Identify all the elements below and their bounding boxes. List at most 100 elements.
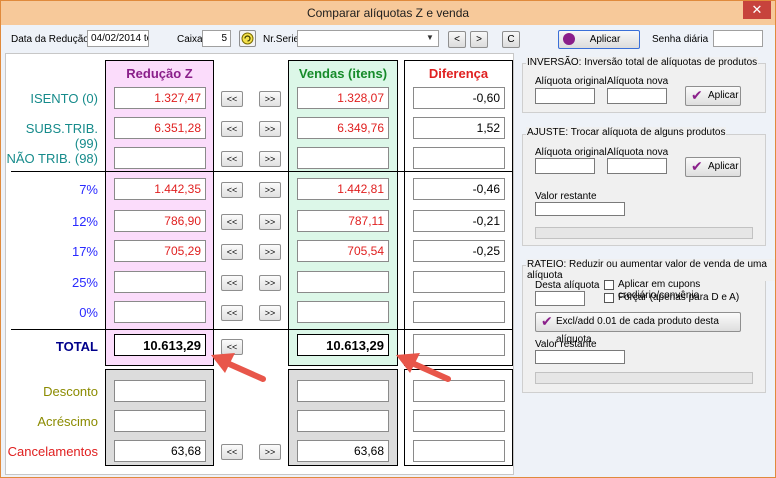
check-icon: ✔ xyxy=(691,87,703,103)
vendas-cancelamentos[interactable]: 63,68 xyxy=(297,440,389,462)
section-divider xyxy=(11,171,513,172)
vendas-isento[interactable]: 1.328,07 xyxy=(297,87,389,109)
aplicar-top-button[interactable]: Aplicar xyxy=(558,30,640,49)
reducao-subs-trib[interactable]: 6.351,28 xyxy=(114,117,206,139)
aplicar-cupons-checkbox[interactable] xyxy=(604,280,614,290)
ajuste-restante-label: Valor restante xyxy=(535,191,597,202)
desconto-label: Desconto xyxy=(43,384,98,399)
forcar-checkbox[interactable] xyxy=(604,293,614,303)
caixa-field[interactable]: 5 xyxy=(202,30,231,47)
vendas-acrescimo[interactable] xyxy=(297,410,389,432)
copy-right-button[interactable]: >> xyxy=(259,121,281,137)
ajuste-apply-button[interactable]: ✔ Aplicar xyxy=(685,157,741,177)
nrserie-select[interactable] xyxy=(297,30,439,47)
vendas-subs-trib[interactable]: 6.349,76 xyxy=(297,117,389,139)
copy-left-button[interactable]: << xyxy=(221,91,243,107)
copy-right-button[interactable]: >> xyxy=(259,305,281,321)
app-window: Comparar alíquotas Z e venda ✕ Data da R… xyxy=(0,0,776,478)
row-label-nao-trib: NÃO TRIB. (98) xyxy=(6,151,98,166)
row-label-0: 0% xyxy=(79,305,98,320)
copy-right-button[interactable]: >> xyxy=(259,214,281,230)
diferenca-7: -0,46 xyxy=(413,178,505,200)
senha-field[interactable] xyxy=(713,30,763,47)
rateio-restante-label: Valor restante xyxy=(535,339,597,350)
ajuste-restante-field xyxy=(535,202,625,216)
copy-right-button[interactable]: >> xyxy=(259,275,281,291)
reducao-total: 10.613,29 xyxy=(114,334,206,356)
vendas-total: 10.613,29 xyxy=(297,334,389,356)
window-title: Comparar alíquotas Z e venda xyxy=(306,6,470,20)
rateio-desta-label: Desta alíquota xyxy=(535,280,600,291)
diferenca-cancelamentos xyxy=(413,440,505,462)
total-label: TOTAL xyxy=(55,339,98,354)
inversao-title: INVERSÃO: Inversão total de alíquotas de… xyxy=(526,57,759,68)
copy-left-button[interactable]: << xyxy=(221,444,243,460)
chevron-down-icon: ▼ xyxy=(426,33,434,42)
ajuste-orig-input[interactable] xyxy=(535,158,595,174)
copy-left-button[interactable]: << xyxy=(221,275,243,291)
row-label-subs-trib: SUBS.TRIB. (99) xyxy=(25,121,98,151)
aplicar-icon xyxy=(563,33,575,45)
inversao-apply-button[interactable]: ✔ Aplicar xyxy=(685,86,741,106)
vendas-nao-trib[interactable] xyxy=(297,147,389,169)
copy-left-button[interactable]: << xyxy=(221,151,243,167)
ajuste-nova-input[interactable] xyxy=(607,158,667,174)
diferenca-nao-trib xyxy=(413,147,505,169)
copy-right-button[interactable]: >> xyxy=(259,444,281,460)
copy-left-button[interactable]: << xyxy=(221,214,243,230)
close-button[interactable]: ✕ xyxy=(743,1,771,19)
nrserie-label: Nr.Serie xyxy=(263,34,300,45)
vendas-25[interactable] xyxy=(297,271,389,293)
reducao-header: Redução Z xyxy=(126,66,193,81)
vendas-7[interactable]: 1.442,81 xyxy=(297,178,389,200)
inversao-orig-input[interactable] xyxy=(535,88,595,104)
copy-left-button[interactable]: << xyxy=(221,305,243,321)
copy-right-button[interactable]: >> xyxy=(259,244,281,260)
copy-left-button[interactable]: << xyxy=(221,182,243,198)
vendas-12[interactable]: 787,11 xyxy=(297,210,389,232)
ajuste-progress-bar xyxy=(535,227,753,239)
data-reducao-field[interactable]: 04/02/2014 ter xyxy=(87,30,149,47)
copy-right-button[interactable]: >> xyxy=(259,182,281,198)
reducao-isento[interactable]: 1.327,47 xyxy=(114,87,206,109)
row-label-25: 25% xyxy=(71,275,98,290)
reducao-25[interactable] xyxy=(114,271,206,293)
c-button[interactable]: C xyxy=(502,31,520,48)
copy-right-button[interactable]: >> xyxy=(259,91,281,107)
rateio-title: RATEIO: Reduzir ou aumentar valor de ven… xyxy=(526,259,775,281)
total-divider xyxy=(11,329,513,330)
copy-right-button[interactable]: >> xyxy=(259,151,281,167)
vendas-0[interactable] xyxy=(297,301,389,323)
diferenca-subs-trib: 1,52 xyxy=(413,117,505,139)
vendas-desconto[interactable] xyxy=(297,380,389,402)
prev-button[interactable]: < xyxy=(448,31,466,48)
copy-left-button[interactable]: << xyxy=(221,121,243,137)
diferenca-isento: -0,60 xyxy=(413,87,505,109)
rateio-desta-input[interactable] xyxy=(535,291,585,306)
reducao-17[interactable]: 705,29 xyxy=(114,240,206,262)
diferenca-25 xyxy=(413,271,505,293)
aplicar-top-label: Aplicar xyxy=(589,34,621,45)
reducao-acrescimo[interactable] xyxy=(114,410,206,432)
next-button[interactable]: > xyxy=(470,31,488,48)
inversao-nova-input[interactable] xyxy=(607,88,667,104)
check-icon: ✔ xyxy=(691,158,703,174)
reducao-12[interactable]: 786,90 xyxy=(114,210,206,232)
reducao-desconto[interactable] xyxy=(114,380,206,402)
vendas-17[interactable]: 705,54 xyxy=(297,240,389,262)
ajuste-nova-label: Alíquota nova xyxy=(607,147,669,158)
reducao-nao-trib[interactable] xyxy=(114,147,206,169)
reducao-0[interactable] xyxy=(114,301,206,323)
refresh-button[interactable] xyxy=(239,30,256,47)
reducao-7[interactable]: 1.442,35 xyxy=(114,178,206,200)
ajuste-orig-label: Alíquota original xyxy=(535,147,607,158)
acrescimo-label: Acréscimo xyxy=(37,414,98,429)
rateio-restante-field xyxy=(535,350,625,364)
vendas-header: Vendas (itens) xyxy=(298,66,388,81)
copy-left-button[interactable]: << xyxy=(221,244,243,260)
inversao-orig-label: Alíquota original xyxy=(535,76,607,87)
excl-add-button[interactable]: ✔ Excl/add 0.01 de cada produto desta al… xyxy=(535,312,741,345)
reducao-cancelamentos[interactable]: 63,68 xyxy=(114,440,206,462)
inversao-nova-label: Alíquota nova xyxy=(607,76,669,87)
diferenca-12: -0,21 xyxy=(413,210,505,232)
